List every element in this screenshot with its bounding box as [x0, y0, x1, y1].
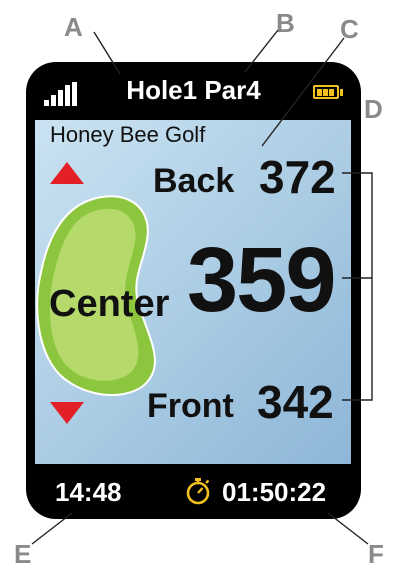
callout-leader-lines	[31, 29, 373, 545]
